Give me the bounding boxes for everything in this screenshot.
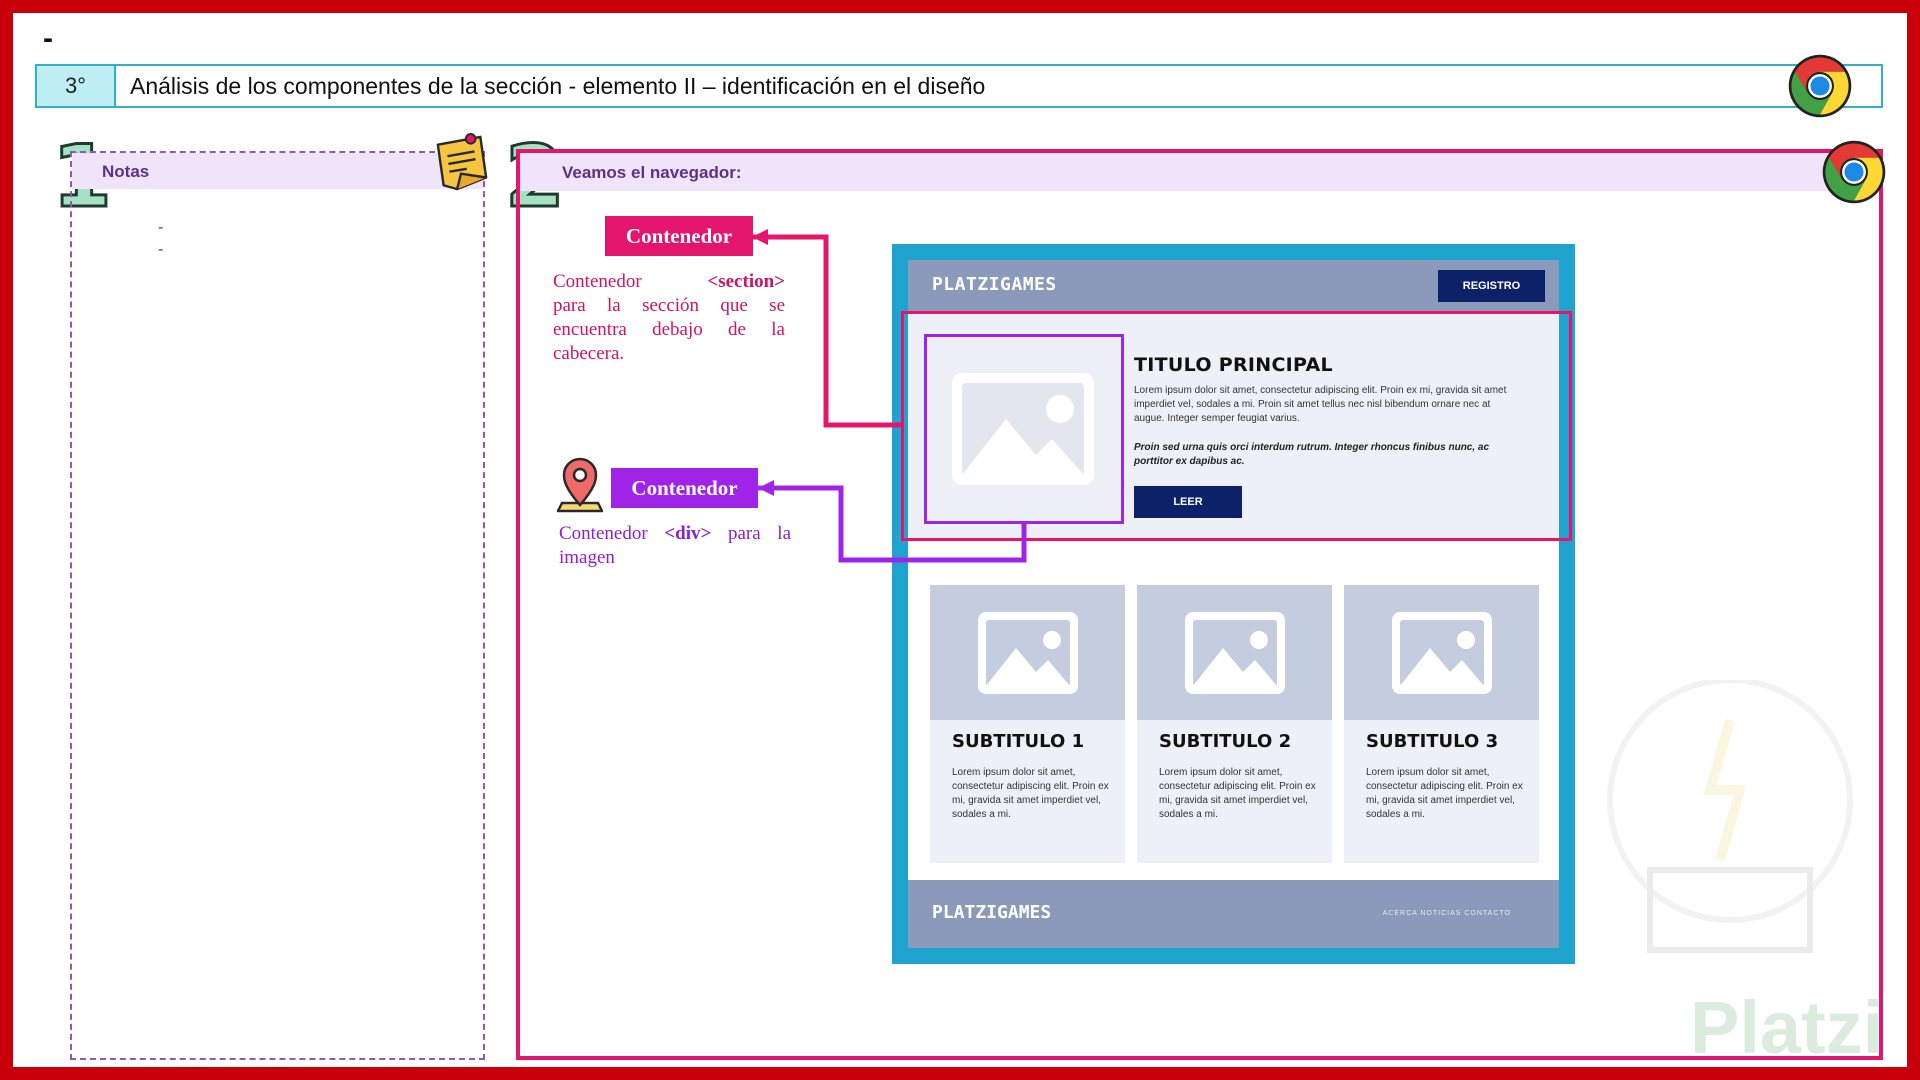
div-desc-prefix: Contenedor <box>559 523 648 544</box>
section-desc-prefix: Contenedor <box>553 271 642 292</box>
div-tag-code: <div> <box>664 523 712 544</box>
section-container-description: Contenedor <section> para la sección que… <box>553 270 785 366</box>
div-arrow <box>758 485 1027 563</box>
section-arrow-head <box>752 229 768 245</box>
section-tag-code: <section> <box>707 271 785 292</box>
connector-arrows <box>752 229 1027 563</box>
section-container-tag: Contenedor <box>605 216 753 256</box>
div-container-tag: Contenedor <box>611 468 758 508</box>
div-arrow-head <box>758 480 774 496</box>
section-desc-suffix: para la sección que se encuentra debajo … <box>553 295 785 364</box>
div-container-description: Contenedor <div> para la imagen <box>559 522 791 570</box>
map-pin-icon <box>556 457 604 513</box>
